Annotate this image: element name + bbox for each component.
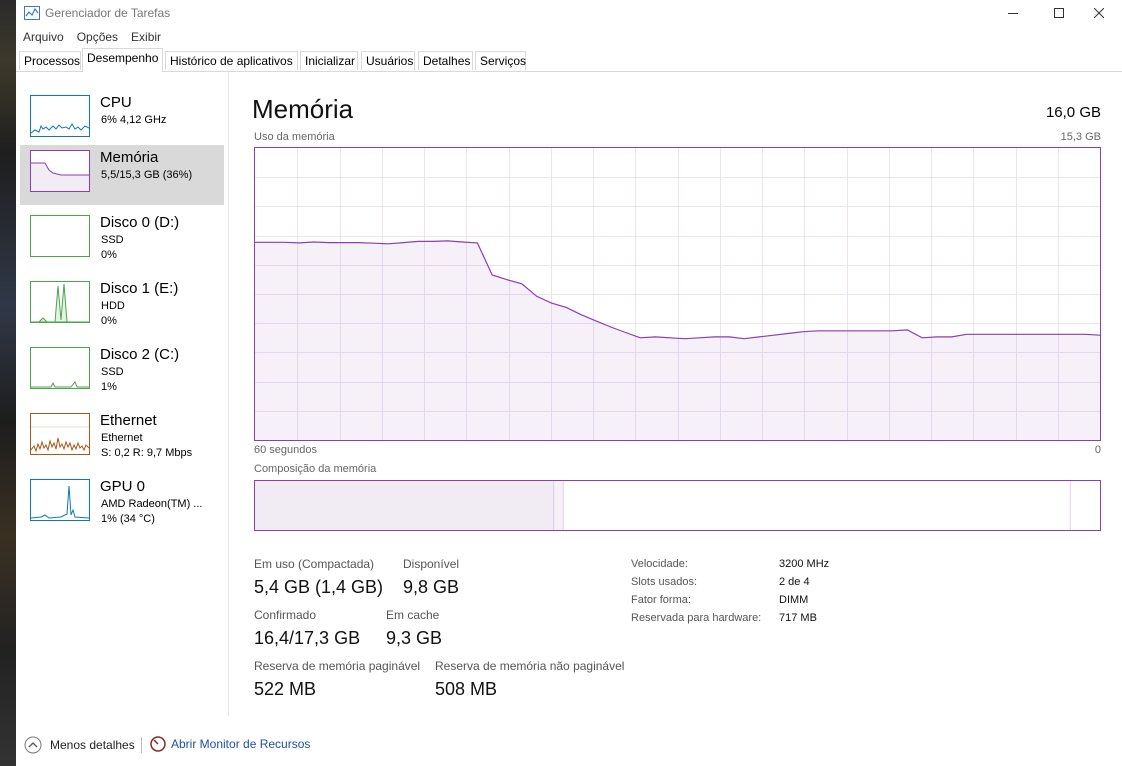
gpu-thumbnail-graph — [30, 479, 90, 521]
tab-servicos[interactable]: Serviços — [475, 51, 526, 70]
menu-opcoes[interactable]: Opções — [77, 30, 118, 44]
sidebar-gpu-line1: AMD Radeon(TM) ... — [101, 498, 203, 510]
composition-in-use[interactable] — [255, 481, 555, 530]
sidebar-item-memoria[interactable]: Memória 5,5/15,3 GB (36%) — [20, 145, 224, 205]
memory-composition-chart — [255, 481, 1100, 530]
sidebar-disco0-name: Disco 0 (D:) — [100, 214, 180, 231]
title-bar: Gerenciador de Tarefas — [16, 0, 1122, 26]
cached-label: Em cache — [386, 608, 440, 622]
desktop-background-strip — [0, 0, 16, 766]
disk0-thumbnail-graph — [30, 215, 90, 257]
nonpaged-pool-label: Reserva de memória não paginável — [435, 659, 625, 673]
sidebar-disco2-line2: 1% — [101, 381, 117, 393]
memory-composition-bar — [254, 480, 1101, 531]
sidebar-item-ethernet[interactable]: Ethernet Ethernet S: 0,2 R: 9,7 Mbps — [20, 408, 224, 468]
time-axis-left: 60 segundos — [254, 444, 317, 456]
memory-usage-chart — [255, 148, 1101, 440]
window-title: Gerenciador de Tarefas — [45, 6, 171, 20]
task-manager-icon — [24, 6, 40, 20]
tab-desempenho[interactable]: Desempenho — [82, 48, 163, 72]
composition-label: Composição da memória — [254, 463, 377, 475]
close-icon — [1094, 8, 1104, 18]
sidebar-disco2-line1: SSD — [101, 366, 124, 378]
committed-value: 16,4/17,3 GB — [254, 628, 361, 648]
less-details-button[interactable]: Menos detalhes — [24, 736, 135, 754]
detail-speed-value: 3200 MHz — [779, 558, 830, 570]
sidebar-ethernet-line2: S: 0,2 R: 9,7 Mbps — [101, 447, 193, 459]
sidebar-item-disco0[interactable]: Disco 0 (D:) SSD 0% — [20, 210, 224, 270]
tab-bar: Processos Desempenho Histórico de aplica… — [16, 47, 1122, 72]
menu-arquivo[interactable]: Arquivo — [23, 30, 64, 44]
committed-label: Confirmado — [254, 608, 317, 622]
menu-exibir[interactable]: Exibir — [131, 30, 161, 44]
tab-historico[interactable]: Histórico de aplicativos — [165, 51, 298, 70]
detail-slots-key: Slots usados: — [631, 576, 698, 588]
memory-thumbnail-graph — [30, 150, 90, 192]
sidebar-item-gpu[interactable]: GPU 0 AMD Radeon(TM) ... 1% (34 °C) — [20, 474, 224, 534]
tab-processos[interactable]: Processos — [19, 51, 81, 70]
sidebar-memoria-line1: 5,5/15,3 GB (36%) — [101, 169, 193, 181]
sidebar-disco1-name: Disco 1 (E:) — [100, 280, 179, 297]
resource-monitor-icon — [150, 736, 166, 752]
sidebar-gpu-name: GPU 0 — [100, 478, 146, 495]
sidebar-item-disco1[interactable]: Disco 1 (E:) HDD 0% — [20, 276, 224, 336]
sidebar-item-cpu[interactable]: CPU 6% 4,12 GHz — [20, 90, 224, 150]
sidebar-disco2-name: Disco 2 (C:) — [100, 346, 180, 363]
detail-form-value: DIMM — [779, 594, 809, 606]
minimize-button[interactable] — [990, 0, 1036, 26]
cached-value: 9,3 GB — [386, 628, 443, 648]
less-details-label: Menos detalhes — [50, 738, 135, 752]
sidebar-disco1-line1: HDD — [101, 300, 125, 312]
sidebar-gpu-line2: 1% (34 °C) — [101, 513, 155, 525]
memory-total: 16,0 GB — [1045, 104, 1101, 121]
sidebar-ethernet-name: Ethernet — [100, 412, 157, 429]
available-value: 9,8 GB — [403, 577, 460, 597]
detail-speed-key: Velocidade: — [631, 558, 688, 570]
close-button[interactable] — [1076, 0, 1122, 26]
bottom-bar: Menos detalhes Abrir Monitor de Recursos — [16, 728, 1122, 766]
sidebar-disco1-line2: 0% — [101, 315, 117, 327]
in-use-value: 5,4 GB (1,4 GB) — [254, 577, 384, 597]
task-manager-window: Gerenciador de Tarefas Arquivo Opções Ex… — [16, 0, 1122, 766]
sidebar-disco0-line1: SSD — [101, 234, 124, 246]
disk1-thumbnail-graph — [30, 281, 90, 323]
composition-modified[interactable] — [554, 481, 564, 530]
tab-usuarios[interactable]: Usuários — [361, 51, 415, 70]
resource-monitor-link[interactable]: Abrir Monitor de Recursos — [150, 736, 310, 752]
composition-free[interactable] — [1070, 481, 1100, 530]
available-label: Disponível — [403, 557, 460, 571]
resource-monitor-label: Abrir Monitor de Recursos — [171, 737, 311, 751]
sidebar-cpu-name: CPU — [100, 94, 132, 111]
maximize-icon — [1054, 8, 1064, 18]
bottom-divider — [141, 737, 142, 753]
in-use-label: Em uso (Compactada) — [254, 557, 375, 571]
sidebar-memoria-name: Memória — [100, 149, 159, 166]
detail-form-key: Fator forma: — [631, 594, 691, 606]
composition-standby[interactable] — [563, 481, 1071, 530]
detail-slots-value: 2 de 4 — [779, 576, 810, 588]
chevron-up-circle-icon — [24, 736, 42, 754]
usage-graph-max: 15,3 GB — [1060, 131, 1101, 143]
sidebar-item-disco2[interactable]: Disco 2 (C:) SSD 1% — [20, 342, 224, 402]
cpu-thumbnail-graph — [30, 95, 90, 137]
ethernet-thumbnail-graph — [30, 413, 90, 455]
usage-graph-label: Uso da memória — [254, 131, 335, 143]
menu-bar: Arquivo Opções Exibir — [16, 26, 1122, 47]
tab-inicializar[interactable]: Inicializar — [300, 51, 358, 70]
minimize-icon — [1008, 13, 1018, 14]
sidebar-cpu-line1: 6% 4,12 GHz — [101, 114, 167, 126]
disk2-thumbnail-graph — [30, 347, 90, 389]
tab-detalhes[interactable]: Detalhes — [418, 51, 473, 70]
performance-sidebar: CPU 6% 4,12 GHz Memória 5,5/15,3 GB (36%… — [16, 72, 229, 716]
time-axis-right: 0 — [1094, 444, 1101, 456]
sidebar-disco0-line2: 0% — [101, 249, 117, 261]
nonpaged-pool-value: 508 MB — [435, 679, 498, 699]
paged-pool-value: 522 MB — [254, 679, 317, 699]
paged-pool-label: Reserva de memória paginável — [254, 659, 421, 673]
detail-reserved-key: Reservada para hardware: — [631, 612, 762, 624]
memory-usage-graph — [254, 147, 1101, 441]
sidebar-ethernet-line1: Ethernet — [101, 432, 143, 444]
detail-reserved-value: 717 MB — [779, 612, 817, 624]
page-title: Memória — [252, 94, 354, 124]
